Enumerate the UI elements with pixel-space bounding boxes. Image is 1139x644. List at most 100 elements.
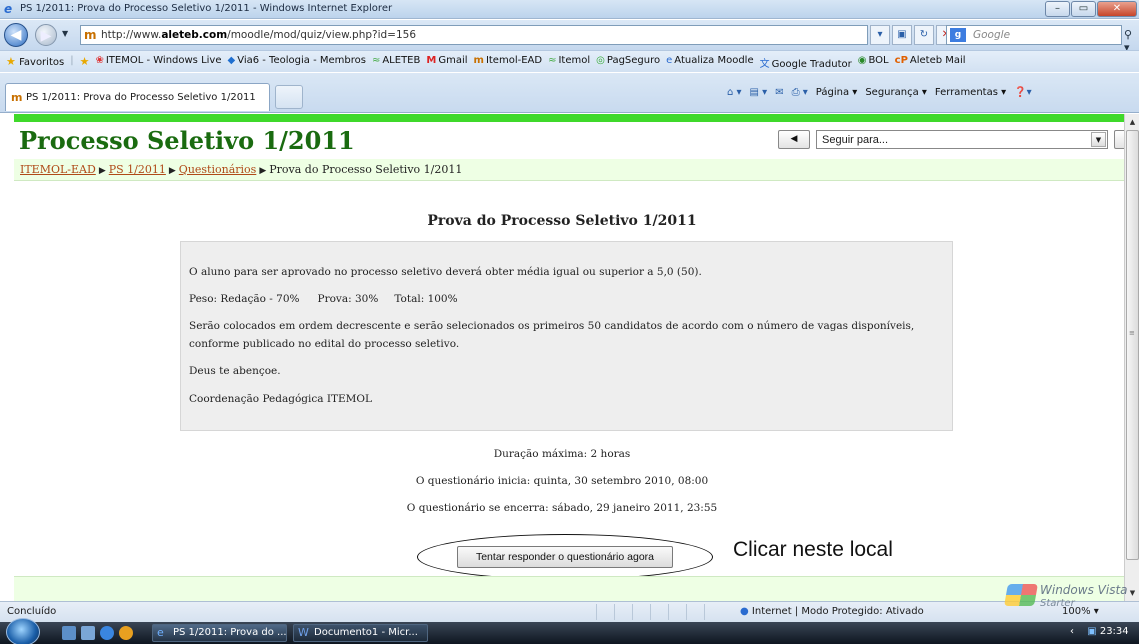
window-title: PS 1/2011: Prova do Processo Seletivo 1/… xyxy=(20,3,393,14)
address-tools: ▾ ▣ ↻ ✕ xyxy=(870,25,956,45)
new-tab-button[interactable] xyxy=(275,85,303,109)
favorite-item[interactable]: ◎ PagSeguro xyxy=(596,55,660,70)
print-icon[interactable]: ⎙ ▾ xyxy=(792,87,808,98)
add-favorite-icon[interactable]: ★ xyxy=(80,55,90,70)
scroll-up-icon[interactable]: ▲ xyxy=(1126,115,1139,129)
network-icon[interactable]: ▣ xyxy=(1087,626,1096,637)
status-cell xyxy=(596,604,614,620)
breadcrumb-link-quizzes[interactable]: Questionários xyxy=(179,163,257,176)
maximize-button[interactable]: ▭ xyxy=(1071,1,1096,17)
history-dropdown-icon[interactable]: ▼ xyxy=(62,29,68,38)
taskbar-item-word[interactable]: W Documento1 - Micr... xyxy=(293,624,428,642)
favorite-item[interactable]: cP Aleteb Mail xyxy=(895,55,966,70)
forward-button[interactable]: ▶ xyxy=(35,24,57,46)
status-cell xyxy=(704,604,722,620)
show-desktop-icon[interactable] xyxy=(62,626,76,640)
vertical-scrollbar[interactable]: ▲ ≡ ▼ xyxy=(1124,114,1139,601)
itemol-icon: ≈ xyxy=(548,55,557,66)
minimize-button[interactable]: – xyxy=(1045,1,1070,17)
clock[interactable]: 23:34 xyxy=(1100,626,1129,637)
chevron-down-icon[interactable]: ▼ xyxy=(1091,132,1106,147)
refresh-icon[interactable]: ↻ xyxy=(914,25,934,45)
next-activity-button[interactable]: ▶ xyxy=(1114,130,1124,149)
weight-essay: Peso: Redação - 70% xyxy=(189,293,300,305)
internet-explorer-icon: e xyxy=(157,626,164,639)
address-dropdown-icon[interactable]: ▾ xyxy=(870,25,890,45)
quiz-intro-box: O aluno para ser aprovado no processo se… xyxy=(180,241,953,431)
intro-text: Deus te abençoe. xyxy=(189,365,281,377)
via6-icon: ◆ xyxy=(227,55,236,66)
jump-navigation: ◀ Seguir para... ▼ ▶ xyxy=(778,130,1124,149)
taskbar-item-browser[interactable]: e PS 1/2011: Prova do ... xyxy=(152,624,287,642)
switch-windows-icon[interactable] xyxy=(81,626,95,640)
tab-active[interactable]: m PS 1/2011: Prova do Processo Seletivo … xyxy=(5,83,270,111)
status-cell xyxy=(668,604,686,620)
moodle-favicon-icon: m xyxy=(84,28,97,42)
favorite-item[interactable]: m Itemol-EAD xyxy=(474,55,543,70)
google-icon: g xyxy=(950,28,966,42)
mail-icon[interactable]: ✉ xyxy=(775,87,783,98)
quiz-title: Prova do Processo Seletivo 1/2011 xyxy=(427,213,697,229)
back-button[interactable]: ◀ xyxy=(4,23,28,47)
media-player-icon[interactable] xyxy=(119,626,133,640)
moodle-icon: m xyxy=(473,55,484,66)
security-menu[interactable]: Segurança ▾ xyxy=(865,87,927,98)
security-zone[interactable]: ● Internet | Modo Protegido: Ativado xyxy=(740,606,924,617)
favorite-item[interactable]: e Atualiza Moodle xyxy=(666,55,753,70)
watermark-line2: Starter xyxy=(1040,598,1075,609)
home-icon[interactable]: ⌂ ▾ xyxy=(727,87,742,98)
favorite-item[interactable]: ◆ Via6 - Teologia - Membros xyxy=(228,55,366,70)
internet-explorer-icon[interactable] xyxy=(100,626,114,640)
breadcrumb-link-course[interactable]: ITEMOL-EAD xyxy=(20,163,96,176)
quiz-open-date: O questionário inicia: quinta, 30 setemb… xyxy=(415,475,709,487)
word-document-icon: W xyxy=(298,626,309,639)
page-title: Processo Seletivo 1/2011 xyxy=(19,126,355,155)
chevron-left-icon[interactable]: ‹ xyxy=(1070,626,1074,637)
favorite-item[interactable]: ≈ ALETEB xyxy=(372,55,420,70)
favorite-item[interactable]: M Gmail xyxy=(426,55,467,70)
close-button[interactable]: ✕ xyxy=(1097,1,1137,17)
status-cell xyxy=(686,604,704,620)
command-bar: ⌂ ▾ ▤ ▾ ✉ ⎙ ▾ Página ▾ Segurança ▾ Ferra… xyxy=(727,87,1032,98)
star-icon: ★ xyxy=(6,55,16,68)
favorites-button[interactable]: ★ Favoritos xyxy=(6,55,64,70)
address-bar[interactable]: m http://www.aleteb.com/moodle/mod/quiz/… xyxy=(80,25,868,45)
windows-logo-icon xyxy=(1004,584,1038,606)
start-button[interactable] xyxy=(6,618,40,644)
scroll-thumb[interactable] xyxy=(1126,130,1139,560)
address-toolbar: ◀ ▶ ▼ m http://www.aleteb.com/moodle/mod… xyxy=(0,20,1139,54)
status-cell xyxy=(614,604,632,620)
favorite-item[interactable]: ◉ BOL xyxy=(858,55,889,70)
intro-weights: Peso: Redação - 70% Prova: 30% Total: 100% xyxy=(189,293,458,305)
feeds-icon[interactable]: ▤ ▾ xyxy=(750,87,768,98)
status-bar: Concluído ● Internet | Modo Protegido: A… xyxy=(0,601,1139,622)
header-bar xyxy=(14,114,1124,122)
gmail-icon: M xyxy=(426,55,437,66)
favorite-item[interactable]: ❀ ITEMOL - Windows Live xyxy=(95,55,221,70)
taskbar: e PS 1/2011: Prova do ... W Documento1 - M… xyxy=(0,618,1139,644)
tools-menu[interactable]: Ferramentas ▾ xyxy=(935,87,1006,98)
breadcrumb-link-ps[interactable]: PS 1/2011 xyxy=(109,163,166,176)
windows-vista-watermark: Windows Vista Starter xyxy=(1004,581,1139,621)
google-translate-icon: 文 xyxy=(759,59,770,70)
favorite-item[interactable]: ≈ Itemol xyxy=(548,55,590,70)
url-text[interactable]: http://www.aleteb.com/moodle/mod/quiz/vi… xyxy=(101,29,416,41)
breadcrumb-current: Prova do Processo Seletivo 1/2011 xyxy=(269,163,463,176)
intro-text: conforme publicado no edital do processo… xyxy=(189,338,460,350)
ie-page-icon: e xyxy=(666,55,673,66)
jump-to-select[interactable]: Seguir para... ▼ xyxy=(816,130,1108,149)
annotation-text: Clicar neste local xyxy=(733,538,893,561)
page-menu[interactable]: Página ▾ xyxy=(816,87,858,98)
breadcrumb-arrow-icon: ▶ xyxy=(168,166,176,176)
status-cell xyxy=(632,604,650,620)
weight-exam: Prova: 30% xyxy=(317,293,379,305)
search-input[interactable]: g Google xyxy=(946,25,1122,45)
breadcrumb: ITEMOL-EAD ▶ PS 1/2011 ▶ Questionários ▶ Prova… xyxy=(14,159,1124,181)
aleteb-icon: ≈ xyxy=(371,55,381,66)
favorites-bar: ★ Favoritos | ★ ❀ ITEMOL - Windows Live ◆… xyxy=(0,50,1139,72)
help-icon[interactable]: ❓▾ xyxy=(1014,87,1031,98)
quiz-close-date: O questionário se encerra: sábado, 29 ja… xyxy=(406,502,718,514)
favorite-item[interactable]: 文 Google Tradutor xyxy=(760,55,852,70)
previous-activity-button[interactable]: ◀ xyxy=(778,130,810,149)
compatibility-icon[interactable]: ▣ xyxy=(892,25,912,45)
